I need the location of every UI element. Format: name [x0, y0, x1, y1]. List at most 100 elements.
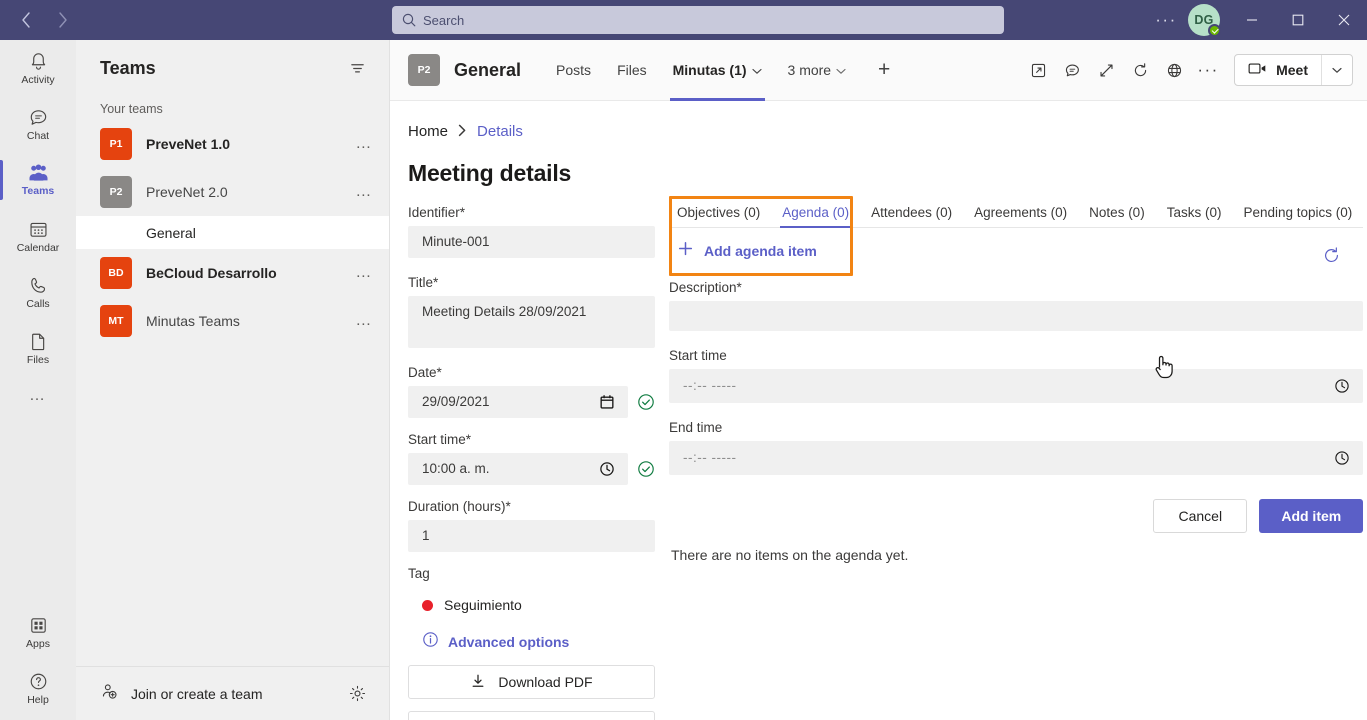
- agenda-refresh-icon[interactable]: [1322, 246, 1341, 270]
- teams-panel: Teams Your teams P1 PreveNet 1.0 … P2 Pr…: [76, 40, 390, 720]
- search-icon: [402, 13, 416, 27]
- title-input[interactable]: Meeting Details 28/09/2021: [408, 296, 655, 348]
- sidebar-item-teams[interactable]: Teams: [0, 152, 76, 208]
- chevron-down-icon[interactable]: [836, 62, 846, 78]
- tab-posts[interactable]: Posts: [543, 40, 604, 101]
- sidebar-item-label: Calendar: [16, 241, 60, 254]
- teams-panel-header: Teams: [76, 40, 389, 96]
- settings-and-more-button[interactable]: ···: [1149, 4, 1183, 36]
- tab-files[interactable]: Files: [604, 40, 660, 101]
- add-item-button[interactable]: Add item: [1259, 499, 1364, 533]
- meeting-form: Identifier* Minute-001 Title* Meeting De…: [390, 205, 655, 720]
- minimize-button[interactable]: [1229, 0, 1275, 40]
- team-more-options-icon[interactable]: …: [355, 312, 377, 330]
- two-column-layout: Identifier* Minute-001 Title* Meeting De…: [390, 187, 1367, 720]
- channel-item-general[interactable]: General: [76, 216, 389, 249]
- team-item-prevenet-1[interactable]: P1 PreveNet 1.0 …: [76, 120, 389, 168]
- tab-agenda[interactable]: Agenda (0): [771, 205, 860, 228]
- duration-input[interactable]: 1: [408, 520, 655, 552]
- open-in-new-window-icon[interactable]: [1022, 54, 1054, 86]
- date-input[interactable]: 29/09/2021: [408, 386, 628, 418]
- channel-tabs: Posts Files Minutas (1) 3 more +: [543, 40, 901, 101]
- breadcrumb-details[interactable]: Details: [477, 123, 523, 140]
- channel-name: General: [454, 59, 522, 80]
- cancel-button[interactable]: Cancel: [1153, 499, 1248, 533]
- agenda-end-time-placeholder: --:-- -----: [683, 450, 737, 465]
- channel-header-actions: ··· Meet: [1022, 54, 1353, 86]
- chevron-down-icon[interactable]: [751, 62, 762, 78]
- secondary-action-button-partial[interactable]: [408, 711, 655, 720]
- sidebar-item-label: Calls: [26, 297, 50, 310]
- description-input[interactable]: [669, 301, 1364, 331]
- tag-value-row[interactable]: Seguimiento: [408, 587, 655, 613]
- globe-icon[interactable]: [1158, 54, 1190, 86]
- team-item-minutas-teams[interactable]: MT Minutas Teams …: [76, 297, 389, 345]
- sidebar-item-chat[interactable]: Chat: [0, 96, 76, 152]
- sidebar-item-calendar[interactable]: Calendar: [0, 208, 76, 264]
- meet-button[interactable]: Meet: [1235, 55, 1321, 85]
- clock-icon[interactable]: [1331, 450, 1353, 466]
- team-more-options-icon[interactable]: …: [355, 183, 377, 201]
- identifier-input[interactable]: Minute-001: [408, 226, 655, 258]
- tab-attendees[interactable]: Attendees (0): [860, 205, 963, 227]
- filter-icon[interactable]: [343, 54, 371, 82]
- title-bar: Search ··· DG: [0, 0, 1367, 40]
- refresh-icon[interactable]: [1124, 54, 1156, 86]
- forward-button[interactable]: [46, 4, 78, 36]
- agenda-start-time-input[interactable]: --:-- -----: [669, 369, 1364, 403]
- agenda-end-time-input[interactable]: --:-- -----: [669, 441, 1364, 475]
- tab-notes[interactable]: Notes (0): [1078, 205, 1156, 227]
- sidebar-item-calls[interactable]: Calls: [0, 264, 76, 320]
- sidebar-item-label: Files: [26, 353, 50, 366]
- tab-more[interactable]: 3 more: [775, 40, 860, 101]
- title-field-group: Title* Meeting Details 28/09/2021: [408, 275, 655, 348]
- more-apps-button[interactable]: …: [0, 376, 76, 416]
- tag-color-dot: [422, 599, 433, 611]
- sidebar-item-label: Activity: [21, 73, 55, 86]
- sidebar-item-files[interactable]: Files: [0, 320, 76, 376]
- search-input[interactable]: Search: [392, 6, 1004, 34]
- tab-objectives[interactable]: Objectives (0): [669, 205, 771, 227]
- avatar[interactable]: DG: [1185, 1, 1223, 39]
- download-pdf-button[interactable]: Download PDF: [408, 665, 655, 699]
- description-field-group: Description*: [669, 280, 1364, 331]
- clock-icon[interactable]: [596, 461, 618, 477]
- add-tab-button[interactable]: +: [867, 53, 901, 87]
- advanced-options-button[interactable]: Advanced options: [408, 613, 655, 653]
- join-or-create-team-button[interactable]: Join or create a team: [100, 682, 263, 706]
- content-area: P2 General Posts Files Minutas (1) 3 mor…: [390, 40, 1367, 720]
- tab-tasks[interactable]: Tasks (0): [1156, 205, 1233, 227]
- team-more-options-icon[interactable]: …: [355, 264, 377, 282]
- date-value: 29/09/2021: [422, 394, 490, 409]
- calendar-icon[interactable]: [596, 394, 618, 410]
- tab-pending-topics[interactable]: Pending topics (0): [1232, 205, 1363, 227]
- breadcrumb-home[interactable]: Home: [408, 123, 448, 140]
- start-time-input[interactable]: 10:00 a. m.: [408, 453, 628, 485]
- team-name: Minutas Teams: [146, 313, 240, 329]
- sidebar-item-help[interactable]: Help: [0, 660, 76, 716]
- gear-icon[interactable]: [343, 680, 371, 708]
- description-label: Description*: [669, 280, 742, 295]
- close-button[interactable]: [1321, 0, 1367, 40]
- sidebar-item-apps[interactable]: Apps: [0, 604, 76, 660]
- expand-icon[interactable]: [1090, 54, 1122, 86]
- maximize-button[interactable]: [1275, 0, 1321, 40]
- more-options-icon[interactable]: ···: [1192, 54, 1224, 86]
- date-valid-icon: [637, 393, 655, 411]
- title-label: Title*: [408, 275, 439, 290]
- title-value: Meeting Details 28/09/2021: [422, 304, 587, 319]
- tag-name: Seguimiento: [444, 597, 522, 613]
- chat-icon[interactable]: [1056, 54, 1088, 86]
- add-agenda-item-button[interactable]: Add agenda item: [669, 228, 817, 274]
- download-pdf-label: Download PDF: [498, 674, 593, 690]
- tab-agreements[interactable]: Agreements (0): [963, 205, 1078, 227]
- back-button[interactable]: [10, 4, 42, 36]
- team-item-becloud-desarrollo[interactable]: BD BeCloud Desarrollo …: [76, 249, 389, 297]
- clock-icon[interactable]: [1331, 378, 1353, 394]
- date-label: Date*: [408, 365, 442, 380]
- team-item-prevenet-2[interactable]: P2 PreveNet 2.0 …: [76, 168, 389, 216]
- tab-minutas[interactable]: Minutas (1): [660, 40, 775, 101]
- sidebar-item-activity[interactable]: Activity: [0, 40, 76, 96]
- meet-options-caret-icon[interactable]: [1321, 55, 1352, 85]
- team-more-options-icon[interactable]: …: [355, 135, 377, 153]
